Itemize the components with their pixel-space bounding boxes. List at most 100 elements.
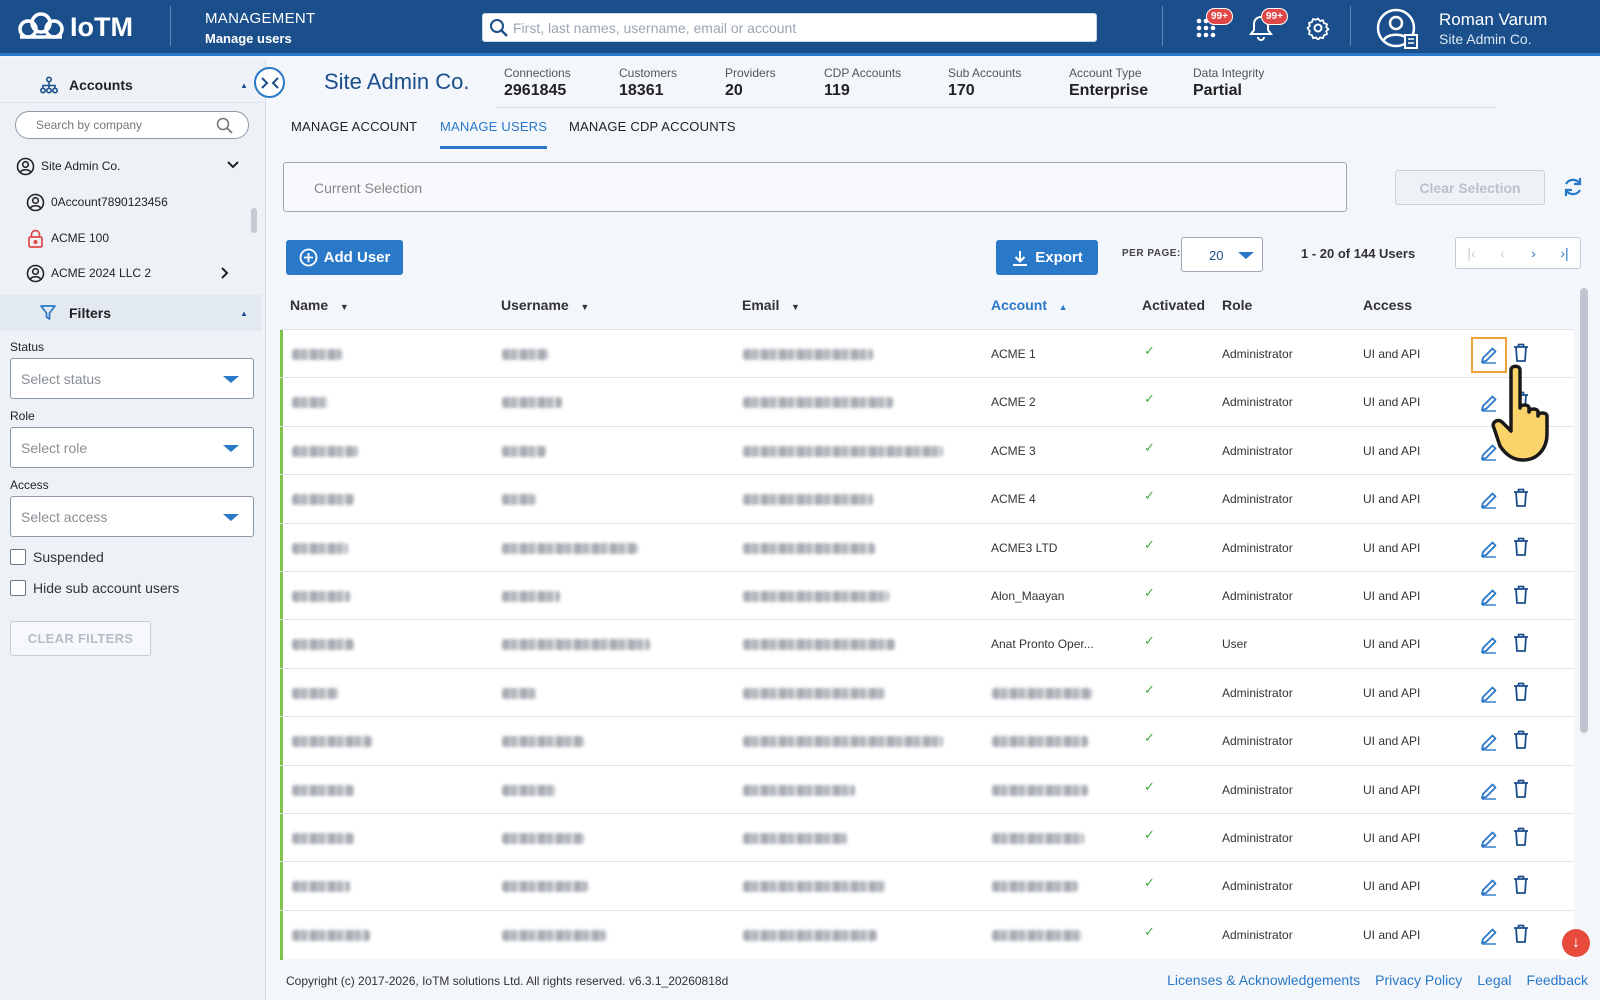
email-cell-redacted (743, 397, 893, 409)
trash-icon[interactable] (1513, 730, 1531, 752)
trash-icon[interactable] (1513, 924, 1531, 946)
per-page-select[interactable]: 20 (1181, 237, 1263, 272)
divider (496, 107, 1497, 108)
settings-button[interactable] (1303, 13, 1333, 43)
apps-button[interactable]: 99+ (1191, 8, 1233, 43)
col-name-header[interactable]: Name ▼ (290, 297, 349, 313)
edit-pencil-icon[interactable] (1478, 828, 1500, 850)
col-account-header[interactable]: Account ▲ (991, 297, 1068, 313)
scroll-down-button[interactable]: ↓ (1562, 929, 1590, 957)
edit-pencil-icon[interactable] (1478, 489, 1500, 511)
edit-pencil-icon[interactable] (1478, 925, 1500, 947)
checkbox-box[interactable] (10, 580, 26, 596)
feedback-link[interactable]: Feedback (1527, 972, 1588, 988)
checkbox-box[interactable] (10, 549, 26, 565)
app-logo[interactable]: IoTM (14, 10, 133, 44)
tab-manage-users[interactable]: MANAGE USERS (440, 119, 548, 149)
export-button[interactable]: Export (996, 240, 1098, 275)
trash-icon[interactable] (1513, 682, 1531, 704)
prev-page-icon[interactable]: ‹ (1487, 238, 1518, 268)
accounts-section-header[interactable]: Accounts ▲ (0, 67, 266, 103)
edit-pencil-icon[interactable] (1478, 538, 1500, 560)
privacy-policy-link[interactable]: Privacy Policy (1375, 972, 1462, 988)
table-row[interactable]: ACME 2 ✓ Administrator UI and API (280, 377, 1574, 428)
table-row[interactable]: ACME3 LTD ✓ Administrator UI and API (280, 522, 1574, 573)
col-email-label: Email (742, 297, 780, 313)
trash-icon[interactable] (1513, 585, 1531, 607)
tab-manage-account[interactable]: MANAGE ACCOUNT (291, 119, 417, 149)
table-row[interactable]: ✓ Administrator UI and API (280, 764, 1574, 815)
trash-icon[interactable] (1513, 779, 1531, 801)
trash-icon[interactable] (1513, 633, 1531, 655)
table-row[interactable]: ✓ Administrator UI and API (280, 813, 1574, 863)
table-row[interactable]: ACME 1 ✓ Administrator UI and API (280, 329, 1574, 379)
table-row[interactable]: ✓ Administrator UI and API (280, 716, 1574, 767)
company-search[interactable] (15, 111, 249, 139)
edit-pencil-icon[interactable] (1478, 586, 1500, 608)
tree-item-acme-100[interactable]: ACME 100 (26, 221, 109, 255)
col-email-header[interactable]: Email ▼ (742, 297, 800, 313)
table-scrollbar[interactable] (1580, 288, 1588, 733)
hand-pointer-icon (1491, 364, 1549, 462)
table-row[interactable]: ACME 3 ✓ Administrator UI and API (280, 425, 1574, 476)
next-page-icon[interactable]: › (1518, 238, 1549, 268)
table-row[interactable]: ✓ Administrator UI and API (280, 909, 1574, 960)
tree-item-site-admin[interactable]: Site Admin Co. (16, 149, 246, 183)
table-row[interactable]: Anat Pronto Oper... ✓ User UI and API (280, 619, 1574, 670)
page-heading: MANAGEMENT Manage users (205, 10, 316, 46)
trash-icon[interactable] (1513, 488, 1531, 510)
chevron-down-icon[interactable] (226, 160, 240, 170)
current-selection-box[interactable]: Current Selection (283, 162, 1347, 212)
table-row[interactable]: ✓ Administrator UI and API (280, 667, 1574, 718)
first-page-icon[interactable]: |‹ (1456, 238, 1487, 268)
refresh-icon[interactable] (1562, 176, 1584, 198)
col-username-header[interactable]: Username ▼ (501, 297, 589, 313)
status-placeholder: Select status (21, 371, 102, 387)
suspended-checkbox[interactable]: Suspended (10, 549, 104, 565)
trash-icon[interactable] (1513, 827, 1531, 849)
last-page-icon[interactable]: ›| (1549, 238, 1580, 268)
table-row[interactable]: ✓ Administrator UI and API (280, 861, 1574, 912)
collapse-up-icon[interactable]: ▲ (240, 309, 248, 318)
hide-sub-accounts-checkbox[interactable]: Hide sub account users (10, 580, 179, 596)
edit-pencil-icon[interactable] (1478, 731, 1500, 753)
access-select[interactable]: Select access (10, 496, 254, 537)
tab-manage-cdp-accounts[interactable]: MANAGE CDP ACCOUNTS (569, 119, 736, 149)
clear-selection-button[interactable]: Clear Selection (1395, 170, 1545, 205)
col-role-header[interactable]: Role (1222, 297, 1252, 313)
download-icon (1013, 250, 1028, 266)
role-select[interactable]: Select role (10, 427, 254, 468)
status-select[interactable]: Select status (10, 358, 254, 399)
trash-icon[interactable] (1513, 875, 1531, 897)
licenses-link[interactable]: Licenses & Acknowledgements (1167, 972, 1360, 988)
chevron-right-icon[interactable] (220, 266, 230, 280)
company-search-input[interactable] (36, 112, 216, 138)
edit-pencil-icon[interactable] (1478, 683, 1500, 705)
filters-section-header[interactable]: Filters ▲ (0, 295, 262, 331)
edit-pencil-icon[interactable] (1478, 634, 1500, 656)
legal-link[interactable]: Legal (1477, 972, 1511, 988)
add-user-button[interactable]: Add User (286, 240, 403, 275)
notifications-button[interactable]: 99+ (1246, 8, 1288, 43)
dropdown-arrow-icon (223, 445, 239, 452)
table-row[interactable]: ACME 4 ✓ Administrator UI and API (280, 474, 1574, 525)
table-row[interactable]: Alon_Maayan ✓ Administrator UI and API (280, 571, 1574, 621)
sort-down-icon: ▼ (580, 302, 590, 312)
row-status-bar (280, 523, 283, 573)
clear-filters-button[interactable]: CLEAR FILTERS (10, 621, 151, 656)
check-icon: ✓ (1144, 923, 1155, 939)
global-search[interactable] (482, 13, 1097, 42)
sidebar-scrollbar[interactable] (251, 208, 257, 233)
edit-pencil-icon[interactable] (1478, 780, 1500, 802)
tree-item-acme-2024[interactable]: ACME 2024 LLC 2 (26, 256, 246, 290)
global-search-input[interactable] (513, 14, 1088, 41)
col-activated-header[interactable]: Activated (1142, 297, 1205, 313)
account-cell: ACME 4 (991, 492, 1036, 507)
email-cell-redacted (743, 445, 943, 457)
collapse-up-icon[interactable]: ▲ (240, 81, 248, 90)
edit-pencil-icon[interactable] (1478, 876, 1500, 898)
user-name: Roman Varum (1439, 10, 1548, 29)
col-access-header[interactable]: Access (1363, 297, 1412, 313)
trash-icon[interactable] (1513, 537, 1531, 559)
tree-item-0account[interactable]: 0Account7890123456 (26, 185, 168, 219)
